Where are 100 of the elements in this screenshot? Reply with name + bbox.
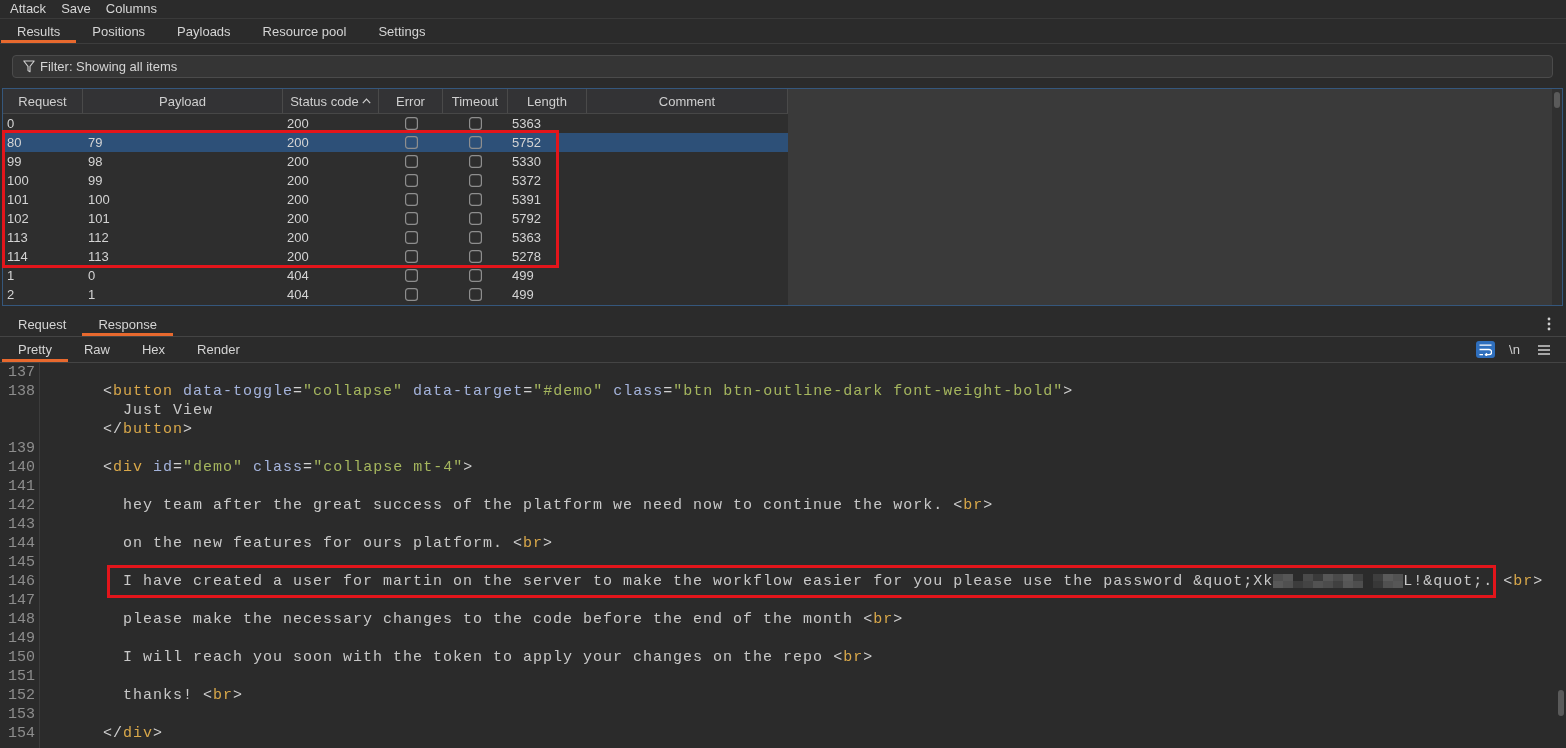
table-cell-text: 114: [6, 248, 29, 266]
line-number: 147: [8, 592, 35, 609]
wrap-lines-icon: [1479, 343, 1492, 356]
table-row[interactable]: 99 98 200 5330: [3, 152, 788, 171]
table-cell-text: 1: [6, 267, 16, 285]
tab[interactable]: Positions: [76, 19, 162, 43]
table-cell-text: 200: [286, 153, 310, 171]
table-cell-text: 404: [286, 286, 310, 304]
table-cell-text: 5792: [511, 210, 542, 228]
menu-item[interactable]: Attack: [2, 0, 54, 18]
column-header[interactable]: Request: [3, 89, 83, 113]
column-header[interactable]: Status code: [283, 89, 379, 113]
column-header[interactable]: Error: [379, 89, 443, 113]
table-cell-text: 5363: [511, 115, 542, 133]
table-cell-text: 200: [286, 248, 310, 266]
line-number: 138: [8, 383, 35, 400]
code-text: </button>: [103, 421, 194, 438]
table-cell-text: 101: [6, 191, 30, 209]
table-cell-text: 112: [87, 229, 110, 247]
tab[interactable]: Results: [1, 19, 77, 43]
table-row[interactable]: 101 100 200 5391: [3, 190, 788, 209]
table-cell-text: 5363: [511, 229, 542, 247]
table-cell-text: 200: [286, 172, 310, 190]
filter-bar[interactable]: Filter: Showing all items: [12, 54, 1553, 78]
tab[interactable]: Settings: [362, 19, 442, 43]
line-number: 148: [8, 611, 35, 628]
tab[interactable]: Raw: [67, 337, 126, 362]
column-header[interactable]: Length: [508, 89, 587, 113]
line-number: 141: [8, 478, 35, 495]
tab[interactable]: Request: [2, 312, 83, 336]
code-text: <br>: [1503, 573, 1544, 590]
tab[interactable]: Pretty: [2, 337, 68, 362]
code-text: Just View: [123, 402, 214, 419]
table-cell-text: 2: [6, 286, 16, 304]
tab[interactable]: Response: [82, 312, 173, 336]
code-text: I have created a user for martin on the server to make the workflow easier for you please use the password &quot;Xk: [123, 573, 1274, 590]
tab[interactable]: Resource pool: [246, 19, 363, 43]
chevron-up-icon: [361, 98, 371, 104]
newline-toggle-button[interactable]: \n: [1505, 341, 1524, 358]
table-row[interactable]: 102 101 200 5792: [3, 209, 788, 228]
table-row[interactable]: 114 113 200 5278: [3, 247, 788, 266]
tab[interactable]: Render: [181, 337, 256, 362]
line-number: 139: [8, 440, 35, 457]
table-cell-text: 0: [6, 115, 16, 133]
code-text: I will reach you soon with the token to apply your changes on the repo <br>: [123, 649, 874, 666]
scrollbar-thumb[interactable]: [1558, 690, 1564, 716]
code-text: L!&quot;.: [1403, 573, 1494, 590]
column-header[interactable]: Timeout: [443, 89, 508, 113]
code-text: </div>: [103, 725, 164, 742]
table-cell-text: 200: [286, 229, 310, 247]
table-cell-text: 100: [87, 191, 111, 209]
table-cell-text: 5391: [511, 191, 542, 209]
wrap-lines-button[interactable]: [1476, 341, 1495, 358]
code-text: <button data-toggle="collapse" data-target="#demo" class="btn btn-outline-dark font-weight-bold">: [103, 383, 1074, 400]
table-row[interactable]: 113 112 200 5363: [3, 228, 788, 247]
column-header[interactable]: Payload: [83, 89, 283, 113]
table-cell-text: 499: [511, 286, 535, 304]
code-text: thanks! <br>: [123, 687, 244, 704]
table-cell-text: 79: [87, 134, 104, 152]
line-number: 142: [8, 497, 35, 514]
table-cell-text: 404: [286, 267, 310, 285]
line-number: 149: [8, 630, 35, 647]
line-number: 146: [8, 573, 35, 590]
table-cell-text: 200: [286, 134, 310, 152]
more-options-icon[interactable]: [1547, 317, 1551, 331]
line-number: 143: [8, 516, 35, 533]
code-text: please make the necessary changes to the code before the end of the month <br>: [123, 611, 904, 628]
table-cell-text: 80: [6, 134, 23, 152]
scrollbar-thumb[interactable]: [1554, 92, 1560, 108]
table-row[interactable]: 0 200 5363: [3, 114, 788, 133]
table-cell-text: 499: [511, 267, 535, 285]
table-cell-text: 101: [87, 210, 111, 228]
table-row[interactable]: 2 1 404 499: [3, 285, 788, 304]
table-cell-text: 98: [87, 153, 104, 171]
table-cell-text: 5752: [511, 134, 542, 152]
table-row[interactable]: 80 79 200 5752: [3, 133, 788, 152]
line-number: 153: [8, 706, 35, 723]
line-number: 150: [8, 649, 35, 666]
filter-icon: [23, 59, 35, 73]
tab[interactable]: Payloads: [161, 19, 247, 43]
menu-icon[interactable]: [1538, 344, 1550, 355]
tab[interactable]: Hex: [126, 337, 182, 362]
table-cell-text: 99: [87, 172, 104, 190]
table-cell-text: 0: [87, 267, 97, 285]
table-cell-text: 113: [87, 248, 110, 266]
table-cell-text: 5278: [511, 248, 542, 266]
table-cell-text: 100: [6, 172, 30, 190]
table-cell-text: 102: [6, 210, 30, 228]
table-cell-text: 200: [286, 115, 310, 133]
table-cell-text: 5372: [511, 172, 542, 190]
menu-item[interactable]: Save: [53, 0, 98, 18]
table-cell-text: 200: [286, 191, 310, 209]
table-cell-text: 99: [6, 153, 23, 171]
line-number: 154: [8, 725, 35, 742]
table-cell-text: 1: [87, 286, 97, 304]
line-number: 144: [8, 535, 35, 552]
line-number: 145: [8, 554, 35, 571]
menu-item[interactable]: Columns: [97, 0, 165, 18]
table-row[interactable]: 1 0 404 499: [3, 266, 788, 285]
table-row[interactable]: 100 99 200 5372: [3, 171, 788, 190]
